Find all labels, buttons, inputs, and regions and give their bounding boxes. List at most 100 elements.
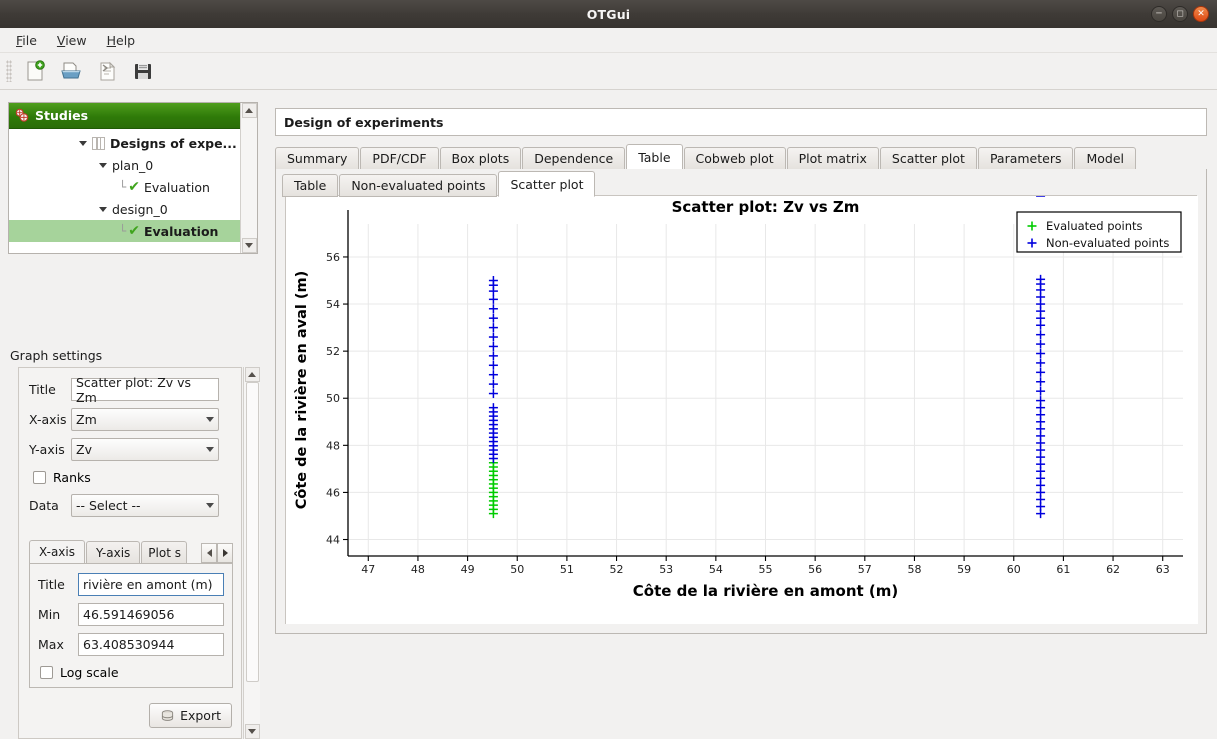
tab-pdf-cdf[interactable]: PDF/CDF: [360, 147, 438, 170]
maximize-button[interactable]: ◻: [1172, 6, 1188, 22]
tree-item-label: design_0: [112, 202, 168, 217]
chevron-down-icon[interactable]: [79, 141, 87, 146]
tree-item-designs-of-experiments[interactable]: Designs of expe...: [9, 132, 240, 154]
tree-elbow-icon: └: [119, 180, 126, 194]
yaxis-row: Y-axis Zv: [19, 438, 241, 461]
scatter-plot-svg[interactable]: 4748495051525354555657585960616263444648…: [286, 196, 1198, 624]
toolbar-grip[interactable]: [6, 60, 12, 82]
tab-plot-matrix[interactable]: Plot matrix: [787, 147, 879, 170]
tab-scroll-left-button[interactable]: [201, 543, 217, 563]
menu-file-label-rest: ile: [22, 33, 37, 48]
graph-settings-label: Graph settings: [10, 348, 102, 363]
new-study-button[interactable]: [20, 57, 50, 85]
studies-tree-body: Designs of expe... plan_0 └ ✔ Evaluation…: [9, 129, 240, 253]
graph-settings-vertical-scrollbar[interactable]: [243, 367, 260, 739]
minimize-button[interactable]: ─: [1151, 6, 1167, 22]
chevron-down-icon: [206, 503, 214, 508]
tab-y-axis-label: Y-axis: [96, 546, 130, 560]
tab-scroll-right-button[interactable]: [217, 543, 233, 563]
tab-y-axis[interactable]: Y-axis: [86, 541, 140, 563]
chevron-down-icon[interactable]: [99, 207, 107, 212]
tab-cobweb-plot[interactable]: Cobweb plot: [684, 147, 786, 170]
triangle-right-icon: [223, 549, 228, 557]
open-study-button[interactable]: [56, 57, 86, 85]
tab-dependence[interactable]: Dependence: [522, 147, 625, 170]
subtab-non-evaluated-points[interactable]: Non-evaluated points: [339, 174, 497, 197]
svg-text:52: 52: [326, 345, 340, 358]
tree-item-plan-0[interactable]: plan_0: [9, 154, 240, 176]
subtab-table[interactable]: Table: [282, 174, 338, 197]
scroll-down-button[interactable]: [242, 238, 257, 253]
menu-help[interactable]: Help: [97, 30, 146, 51]
menu-file[interactable]: File: [6, 30, 47, 51]
axis-title-input[interactable]: rivière en amont (m): [78, 573, 224, 596]
scroll-track[interactable]: [242, 118, 257, 238]
ranks-checkbox[interactable]: [33, 471, 46, 484]
subtab-non-evaluated-points-label: Non-evaluated points: [351, 178, 485, 193]
tab-parameters[interactable]: Parameters: [978, 147, 1074, 170]
export-icon: [160, 709, 175, 723]
tab-plot-settings-label: Plot s: [148, 546, 181, 560]
svg-text:48: 48: [411, 563, 425, 576]
xaxis-select[interactable]: Zm: [71, 408, 219, 431]
tree-item-label: Designs of expe...: [110, 136, 237, 151]
tree-vertical-scrollbar[interactable]: [240, 103, 257, 253]
scroll-up-button[interactable]: [242, 103, 257, 118]
subtab-scatter-plot[interactable]: Scatter plot: [498, 171, 595, 197]
menu-view[interactable]: View: [47, 30, 97, 51]
data-select[interactable]: -- Select --: [71, 494, 219, 517]
tab-table[interactable]: Table: [626, 144, 682, 170]
scroll-track[interactable]: [245, 382, 260, 724]
yaxis-select[interactable]: Zv: [71, 438, 219, 461]
xaxis-row: X-axis Zm: [19, 408, 241, 431]
chevron-down-icon: [206, 417, 214, 422]
svg-text:51: 51: [560, 563, 574, 576]
graph-settings-inner: Title Scatter plot: Zv vs Zm X-axis Zm Y…: [18, 367, 242, 739]
svg-text:50: 50: [510, 563, 524, 576]
svg-text:55: 55: [759, 563, 773, 576]
scroll-thumb[interactable]: [246, 382, 259, 682]
tab-box-plots[interactable]: Box plots: [440, 147, 522, 170]
axis-max-input[interactable]: 63.408530944: [78, 633, 224, 656]
tab-model[interactable]: Model: [1074, 147, 1136, 170]
title-input[interactable]: Scatter plot: Zv vs Zm: [71, 378, 219, 401]
menubar: File View Help: [0, 28, 1217, 53]
svg-text:52: 52: [610, 563, 624, 576]
tab-summary[interactable]: Summary: [275, 147, 359, 170]
svg-text:50: 50: [326, 392, 340, 405]
close-button[interactable]: ✕: [1193, 6, 1209, 22]
scroll-up-button[interactable]: [245, 367, 260, 382]
triangle-up-icon: [248, 372, 256, 377]
export-row: Export: [149, 703, 232, 728]
tab-x-axis[interactable]: X-axis: [29, 540, 85, 563]
main-tab-strip: Summary PDF/CDF Box plots Dependence Tab…: [275, 144, 1207, 170]
plot-legend: Evaluated pointsNon-evaluated points: [1017, 212, 1181, 252]
xaxis-label: X-axis: [19, 412, 71, 427]
tab-plot-settings[interactable]: Plot s: [141, 541, 187, 563]
save-button[interactable]: [128, 57, 158, 85]
tree-item-design-0[interactable]: design_0: [9, 198, 240, 220]
import-script-button[interactable]: [92, 57, 122, 85]
tab-table-label: Table: [638, 150, 670, 165]
subtab-table-label: Table: [294, 178, 326, 193]
data-row: Data -- Select --: [19, 494, 241, 517]
tree-item-label: Evaluation: [144, 224, 219, 239]
export-button[interactable]: Export: [149, 703, 232, 728]
tab-scatter-plot[interactable]: Scatter plot: [880, 147, 977, 170]
svg-text:48: 48: [326, 439, 340, 452]
tab-scatter-plot-label: Scatter plot: [892, 151, 965, 166]
tab-x-axis-label: X-axis: [39, 545, 75, 559]
axis-min-input[interactable]: 46.591469056: [78, 603, 224, 626]
window-controls: ─ ◻ ✕: [1151, 6, 1209, 22]
axis-tab-scroll-arrows: [201, 543, 233, 563]
scroll-down-button[interactable]: [245, 724, 260, 739]
table-icon: [92, 137, 105, 150]
chevron-down-icon[interactable]: [99, 163, 107, 168]
log-scale-checkbox[interactable]: [40, 666, 53, 679]
tree-item-plan-0-evaluation[interactable]: └ ✔ Evaluation: [9, 176, 240, 198]
tree-item-design-0-evaluation[interactable]: └ ✔ Evaluation: [9, 220, 240, 242]
axis-max-label: Max: [30, 637, 78, 652]
axis-max-row: Max 63.408530944: [30, 633, 232, 656]
svg-text:56: 56: [808, 563, 822, 576]
svg-text:61: 61: [1056, 563, 1070, 576]
